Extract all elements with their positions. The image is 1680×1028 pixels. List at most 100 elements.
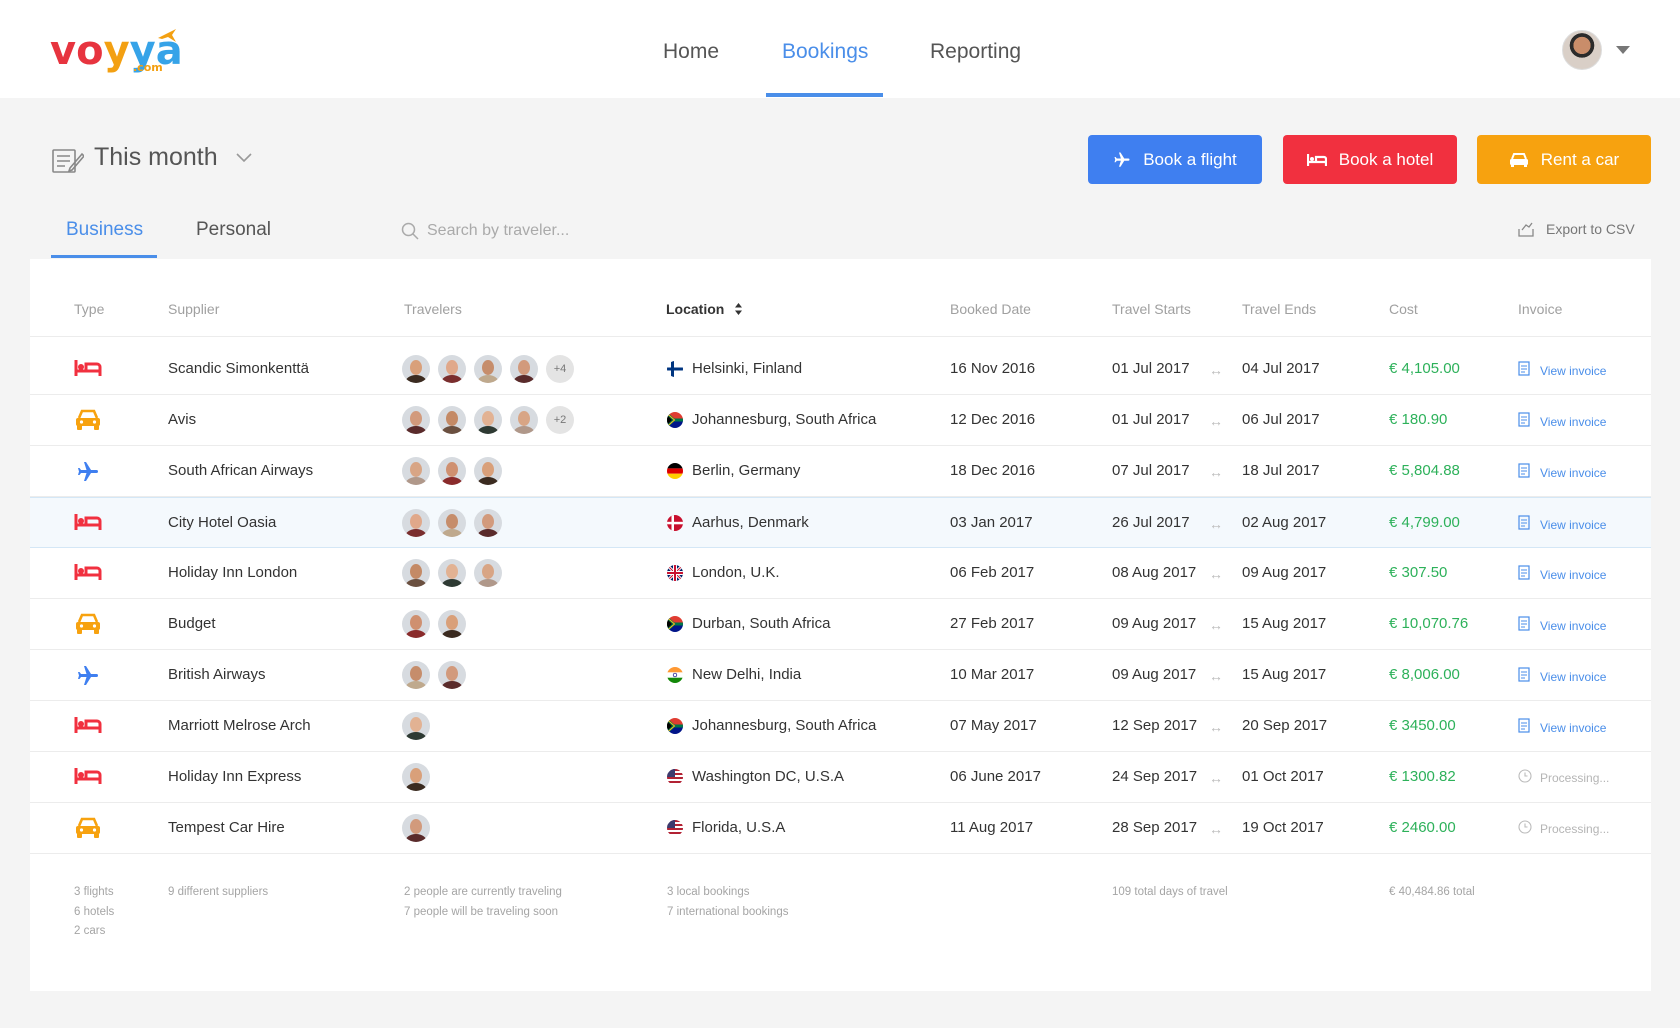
traveler-avatar[interactable]: [438, 661, 466, 689]
view-invoice-link[interactable]: View invoice: [1518, 361, 1606, 380]
table-row[interactable]: Marriott Melrose Arch Johannesburg, South…: [30, 701, 1651, 752]
summary-hotels: 6 hotels: [74, 905, 115, 918]
col-cost[interactable]: Cost: [1389, 301, 1418, 317]
tab-business[interactable]: Business: [66, 219, 143, 241]
rent-car-button[interactable]: Rent a car: [1477, 135, 1651, 184]
booked-date-cell: 06 Feb 2017: [950, 564, 1035, 581]
more-travelers-badge[interactable]: +2: [546, 406, 574, 434]
book-flight-button[interactable]: Book a flight: [1088, 135, 1262, 184]
table-row[interactable]: Holiday Inn Express Washington DC, U.S.A 0…: [30, 752, 1651, 803]
arrow-both-icon: ↔: [1209, 617, 1223, 633]
flag-us-icon: [667, 820, 683, 836]
traveler-avatar[interactable]: [438, 355, 466, 383]
summary-traveling-soon: 7 people will be traveling soon: [404, 905, 559, 918]
table-row[interactable]: Avis +2 Johannesburg, South Africa 12 Dec 2…: [30, 395, 1651, 446]
traveler-avatar[interactable]: [474, 355, 502, 383]
col-travel-ends[interactable]: Travel Ends: [1242, 301, 1316, 317]
user-avatar[interactable]: [1562, 30, 1602, 70]
supplier-cell: Holiday Inn Express: [168, 768, 302, 785]
nav-bookings[interactable]: Bookings: [782, 40, 868, 64]
traveler-avatar[interactable]: [402, 610, 430, 638]
traveler-avatar[interactable]: [438, 559, 466, 587]
traveler-avatar[interactable]: [510, 406, 538, 434]
location-cell: New Delhi, India: [692, 666, 802, 683]
travel-starts-cell: 12 Sep 2017: [1112, 717, 1198, 734]
view-invoice-link[interactable]: View invoice: [1518, 667, 1606, 686]
flag-in-icon: [667, 667, 683, 683]
traveler-avatar[interactable]: [474, 406, 502, 434]
traveler-avatar[interactable]: [474, 509, 502, 537]
export-csv-label: Export to CSV: [1546, 221, 1635, 237]
arrow-both-icon: ↔: [1209, 668, 1223, 684]
col-location[interactable]: Location: [666, 301, 743, 317]
traveler-avatar[interactable]: [402, 661, 430, 689]
view-invoice-link[interactable]: View invoice: [1518, 412, 1606, 431]
traveler-avatar[interactable]: [402, 457, 430, 485]
traveler-avatar[interactable]: [438, 406, 466, 434]
traveler-avatar[interactable]: [402, 355, 430, 383]
col-travel-starts[interactable]: Travel Starts: [1112, 301, 1191, 317]
logo-text-1: vo: [50, 28, 104, 74]
nav-reporting[interactable]: Reporting: [930, 40, 1021, 64]
col-supplier[interactable]: Supplier: [168, 301, 219, 317]
traveler-avatar[interactable]: [438, 509, 466, 537]
voyya-logo[interactable]: voyya .com: [50, 28, 183, 74]
traveler-avatar[interactable]: [402, 712, 430, 740]
hotel-icon: [74, 562, 102, 587]
cost-cell: € 3450.00: [1389, 717, 1456, 734]
export-csv-button[interactable]: Export to CSV: [1518, 221, 1635, 237]
tab-personal[interactable]: Personal: [196, 219, 271, 241]
traveler-avatar[interactable]: [438, 457, 466, 485]
traveler-avatar[interactable]: [402, 406, 430, 434]
traveler-avatar[interactable]: [474, 559, 502, 587]
traveler-avatar[interactable]: [402, 559, 430, 587]
cost-cell: € 2460.00: [1389, 819, 1456, 836]
summary-total: € 40,484.86 total: [1389, 886, 1475, 898]
invoice-icon: [1518, 667, 1532, 686]
traveler-avatar[interactable]: [510, 355, 538, 383]
location-cell: Washington DC, U.S.A: [692, 768, 844, 785]
search-input[interactable]: [427, 218, 727, 244]
traveler-avatar[interactable]: [402, 509, 430, 537]
table-row[interactable]: Tempest Car Hire Florida, U.S.A 11 Aug 201…: [30, 803, 1651, 854]
book-hotel-button[interactable]: Book a hotel: [1283, 135, 1457, 184]
traveler-avatar[interactable]: [474, 457, 502, 485]
table-row[interactable]: Scandic Simonkenttä +4 Helsinki, Finland 16…: [30, 344, 1651, 395]
col-invoice[interactable]: Invoice: [1518, 301, 1562, 317]
table-row[interactable]: British Airways New Delhi, India 10 Mar 20…: [30, 650, 1651, 701]
chevron-down-icon[interactable]: [1616, 46, 1630, 54]
search-icon: [401, 222, 419, 240]
period-selector[interactable]: This month: [94, 143, 218, 172]
more-travelers-badge[interactable]: +4: [546, 355, 574, 383]
booked-date-cell: 27 Feb 2017: [950, 615, 1035, 632]
table-row[interactable]: South African Airways Berlin, Germany 18 D…: [30, 446, 1651, 497]
col-type[interactable]: Type: [74, 301, 104, 317]
table-row[interactable]: Holiday Inn London London, U.K. 06 Feb 201…: [30, 548, 1651, 599]
location-cell: Aarhus, Denmark: [692, 514, 809, 531]
cost-cell: € 5,804.88: [1389, 462, 1460, 479]
view-invoice-link[interactable]: View invoice: [1518, 515, 1606, 534]
invoice-label: View invoice: [1540, 465, 1607, 480]
travel-starts-cell: 01 Jul 2017: [1112, 411, 1190, 428]
travel-starts-cell: 09 Aug 2017: [1112, 615, 1197, 632]
traveler-avatar[interactable]: [402, 763, 430, 791]
col-location-label: Location: [666, 301, 725, 317]
table-row[interactable]: City Hotel Oasia Aarhus, Denmark 03 Jan 20…: [30, 497, 1651, 548]
supplier-cell: Holiday Inn London: [168, 564, 298, 581]
traveler-avatar[interactable]: [402, 814, 430, 842]
chevron-down-icon[interactable]: [236, 153, 252, 163]
view-invoice-link[interactable]: View invoice: [1518, 616, 1606, 635]
summary-traveling-now: 2 people are currently traveling: [404, 886, 562, 898]
col-travelers[interactable]: Travelers: [404, 301, 462, 317]
invoice-icon: [1518, 565, 1532, 584]
table-row[interactable]: Budget Durban, South Africa 27 Feb 2017 09 …: [30, 599, 1651, 650]
traveler-avatar[interactable]: [438, 610, 466, 638]
cost-cell: € 1300.82: [1389, 768, 1456, 785]
nav-home[interactable]: Home: [663, 40, 719, 64]
calendar-note-icon: [52, 149, 84, 173]
view-invoice-link[interactable]: View invoice: [1518, 463, 1606, 482]
col-booked-date[interactable]: Booked Date: [950, 301, 1031, 317]
rent-car-label: Rent a car: [1540, 149, 1620, 169]
view-invoice-link[interactable]: View invoice: [1518, 565, 1606, 584]
view-invoice-link[interactable]: View invoice: [1518, 718, 1606, 737]
